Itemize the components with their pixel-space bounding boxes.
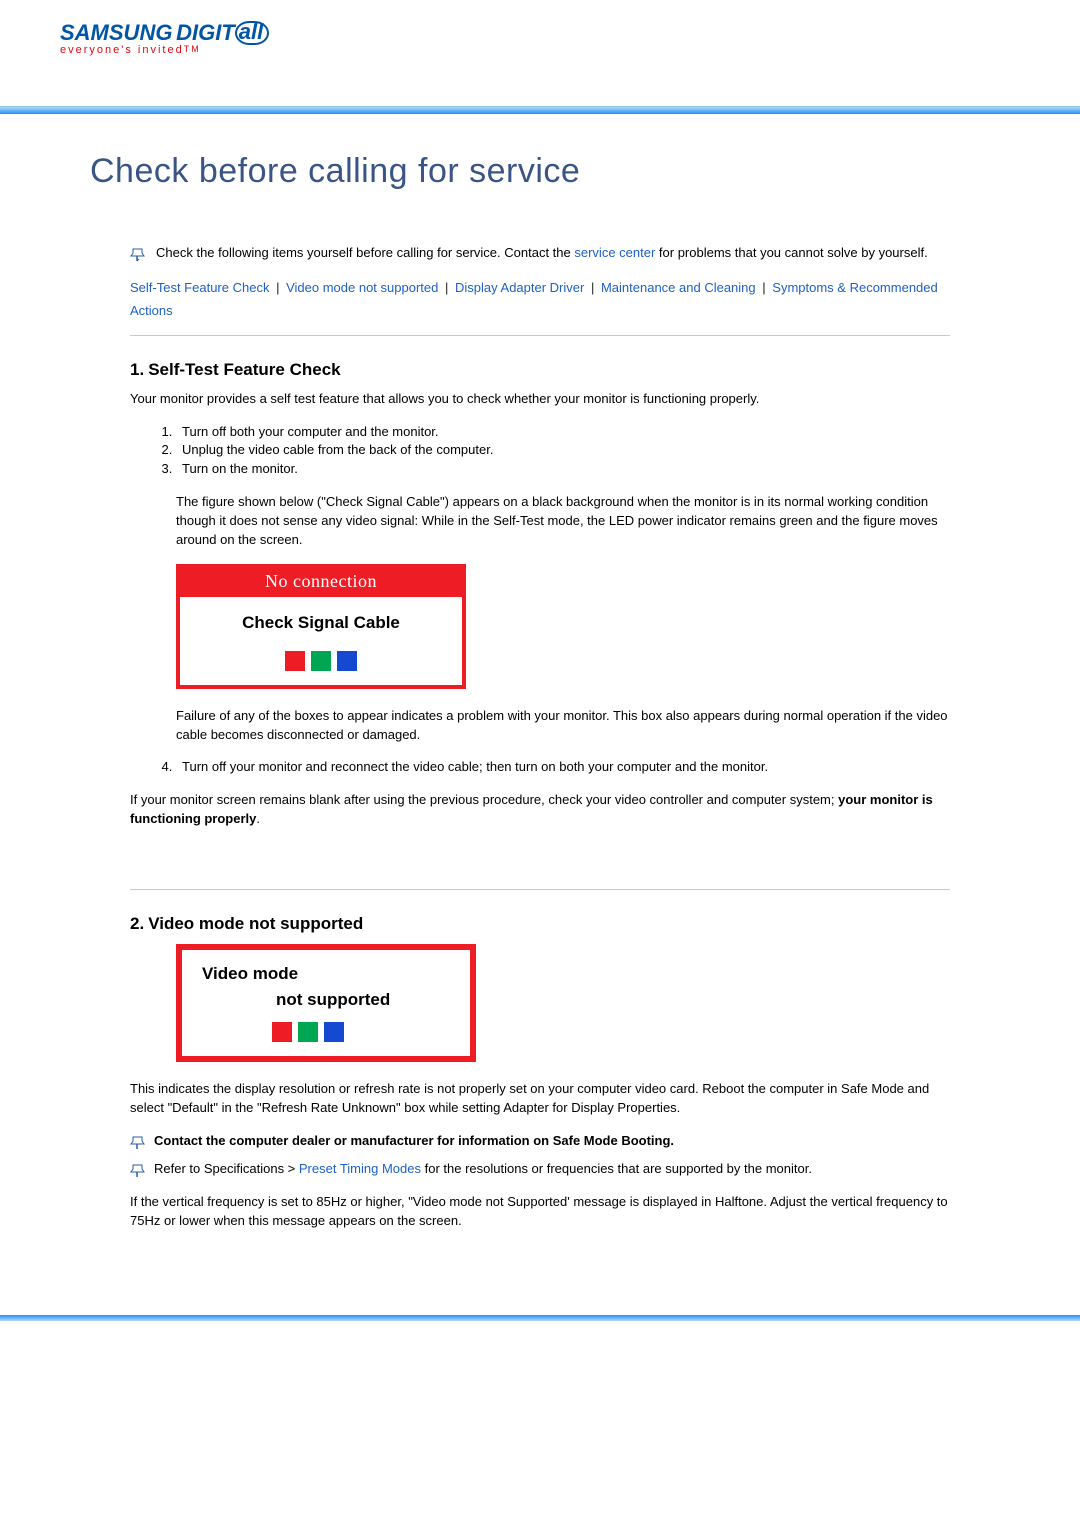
green-square-icon — [298, 1022, 318, 1042]
osd2-color-squares — [202, 1022, 454, 1046]
preset-timing-modes-link[interactable]: Preset Timing Modes — [299, 1161, 421, 1176]
osd2-line2: not supported — [202, 990, 454, 1010]
service-center-link[interactable]: service center — [574, 245, 655, 260]
blue-square-icon — [324, 1022, 344, 1042]
section1-num: 1. — [130, 360, 144, 379]
osd-video-mode-figure: Video mode not supported — [176, 944, 476, 1062]
nav-video-mode[interactable]: Video mode not supported — [286, 280, 438, 295]
section1-steps: Turn off both your computer and the moni… — [130, 423, 950, 480]
bold-note-text: Contact the computer dealer or manufactu… — [154, 1133, 674, 1148]
nav-sep: | — [276, 280, 279, 295]
footer-divider — [0, 1315, 1080, 1321]
step-4: Turn off your monitor and reconnect the … — [176, 758, 950, 777]
nav-sep: | — [591, 280, 594, 295]
refer-before: Refer to Specifications > — [154, 1161, 299, 1176]
section-divider — [130, 889, 950, 890]
nav-sep: | — [445, 280, 448, 295]
red-square-icon — [285, 651, 305, 671]
refer-after: for the resolutions or frequencies that … — [421, 1161, 812, 1176]
note-pin-icon — [130, 246, 148, 262]
nav-sep: | — [762, 280, 765, 295]
step-1: Turn off both your computer and the moni… — [176, 423, 950, 442]
logo-sub2: all — [235, 21, 269, 45]
section1-after-step3: The figure shown below ("Check Signal Ca… — [176, 493, 950, 550]
nav-self-test[interactable]: Self-Test Feature Check — [130, 280, 269, 295]
step-2: Unplug the video cable from the back of … — [176, 441, 950, 460]
section2-bold-note: Contact the computer dealer or manufactu… — [130, 1132, 950, 1151]
closing-before: If your monitor screen remains blank aft… — [130, 792, 838, 807]
logo-tagline: everyone's invited — [60, 44, 184, 56]
red-square-icon — [272, 1022, 292, 1042]
note-pin-icon — [130, 1134, 148, 1150]
osd2-line1: Video mode — [202, 964, 454, 984]
anchor-nav: Self-Test Feature Check | Video mode not… — [130, 276, 950, 323]
section-divider — [130, 335, 950, 336]
closing-after: . — [256, 811, 260, 826]
blue-square-icon — [337, 651, 357, 671]
intro-text-after: for problems that you cannot solve by yo… — [655, 245, 927, 260]
section2-heading: 2.Video mode not supported — [130, 914, 950, 934]
green-square-icon — [311, 651, 331, 671]
logo-tm: TM — [184, 44, 201, 54]
osd-check-signal-text: Check Signal Cable — [180, 613, 462, 633]
section1-closing: If your monitor screen remains blank aft… — [130, 791, 950, 829]
intro-text-before: Check the following items yourself befor… — [156, 245, 574, 260]
nav-maintenance[interactable]: Maintenance and Cleaning — [601, 280, 756, 295]
section1-title: Self-Test Feature Check — [148, 360, 340, 379]
note-pin-icon — [130, 1162, 148, 1178]
section2-paragraph: This indicates the display resolution or… — [130, 1080, 950, 1118]
section2-closing: If the vertical frequency is set to 85Hz… — [130, 1193, 950, 1231]
section1-heading: 1.Self-Test Feature Check — [130, 360, 950, 380]
section1-step4-list: Turn off your monitor and reconnect the … — [130, 758, 950, 777]
logo-brand: SAMSUNG — [60, 20, 172, 45]
nav-display-adapter[interactable]: Display Adapter Driver — [455, 280, 584, 295]
section2-refer-note: Refer to Specifications > Preset Timing … — [130, 1160, 950, 1179]
osd-no-connection-figure: No connection Check Signal Cable — [176, 564, 466, 689]
section1-intro: Your monitor provides a self test featur… — [130, 390, 950, 409]
section2-title: Video mode not supported — [148, 914, 363, 933]
intro-note: Check the following items yourself befor… — [130, 245, 950, 262]
step-3: Turn on the monitor. — [176, 460, 950, 479]
section2-num: 2. — [130, 914, 144, 933]
header-divider — [0, 106, 1080, 114]
brand-logo: SAMSUNG DIGITall everyone's invitedTM — [60, 20, 1020, 56]
page-title: Check before calling for service — [60, 134, 1020, 215]
osd-color-squares — [180, 651, 462, 681]
section1-failure-note: Failure of any of the boxes to appear in… — [176, 707, 950, 745]
osd-header: No connection — [180, 568, 462, 597]
logo-sub1: DIGIT — [176, 20, 235, 45]
